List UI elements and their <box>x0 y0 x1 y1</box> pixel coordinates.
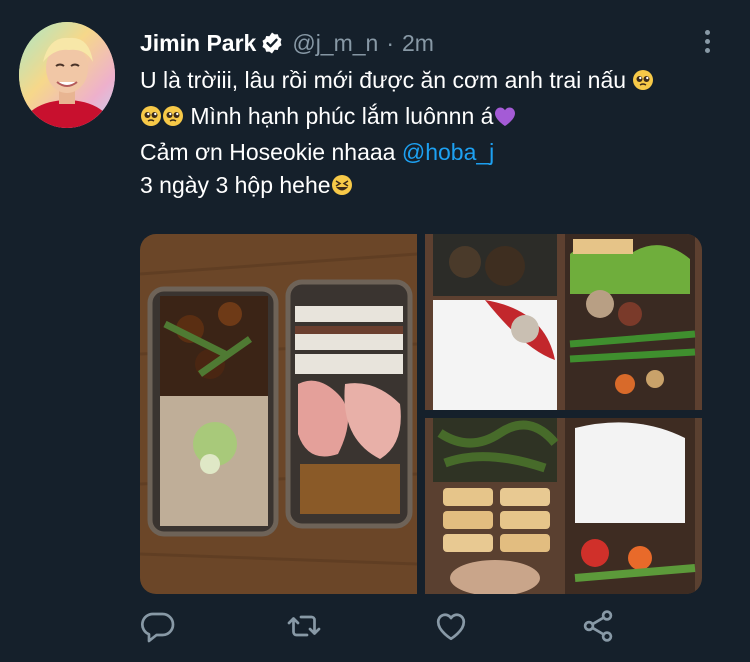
tweet-line-3-text: Cảm ơn Hoseokie nhaaa <box>140 139 396 165</box>
tweet[interactable]: Jimin Park @j_m_n · 2m U là trờiii, lâu … <box>0 0 750 662</box>
purple-heart-emoji <box>493 103 517 136</box>
more-vertical-icon[interactable] <box>698 27 716 57</box>
tweet-line-1: U là trờiii, lâu rồi mới được ăn cơm anh… <box>140 64 700 100</box>
share-icon[interactable] <box>580 608 616 644</box>
tweet-line-3: Cảm ơn Hoseokie nhaaa @hoba_j <box>140 136 700 169</box>
timestamp[interactable]: 2m <box>402 30 434 57</box>
media-photo-2[interactable] <box>425 234 702 410</box>
separator-dot: · <box>386 29 395 56</box>
tweet-line-2: Mình hạnh phúc lắm luônnn á <box>140 100 700 136</box>
heart-icon[interactable] <box>433 608 469 644</box>
tweet-text: U là trờiii, lâu rồi mới được ăn cơm anh… <box>140 64 700 205</box>
reply-icon[interactable] <box>140 608 176 644</box>
tweet-line-2-text: Mình hạnh phúc lắm luônnn á <box>190 103 494 129</box>
media-photo-1[interactable] <box>140 234 417 594</box>
pleading-face-emoji <box>140 103 162 136</box>
mention-link[interactable]: @hoba_j <box>402 139 494 165</box>
verified-badge-icon <box>260 31 284 55</box>
author-handle[interactable]: @j_m_n <box>292 30 378 57</box>
media-grid <box>140 234 702 594</box>
tweet-line-4: 3 ngày 3 hộp hehe <box>140 169 700 205</box>
media-photo-3[interactable] <box>425 418 702 594</box>
pleading-face-emoji <box>162 103 184 136</box>
author-name[interactable]: Jimin Park <box>140 30 256 57</box>
retweet-icon[interactable] <box>286 608 322 644</box>
avatar[interactable] <box>19 22 115 128</box>
pleading-face-emoji <box>632 67 654 100</box>
grinning-squinting-face-emoji <box>331 172 353 205</box>
tweet-header: Jimin Park @j_m_n · 2m <box>140 28 434 58</box>
tweet-actions <box>140 608 700 648</box>
tweet-line-1-text: U là trờiii, lâu rồi mới được ăn cơm anh… <box>140 67 627 93</box>
tweet-line-4-text: 3 ngày 3 hộp hehe <box>140 172 331 198</box>
